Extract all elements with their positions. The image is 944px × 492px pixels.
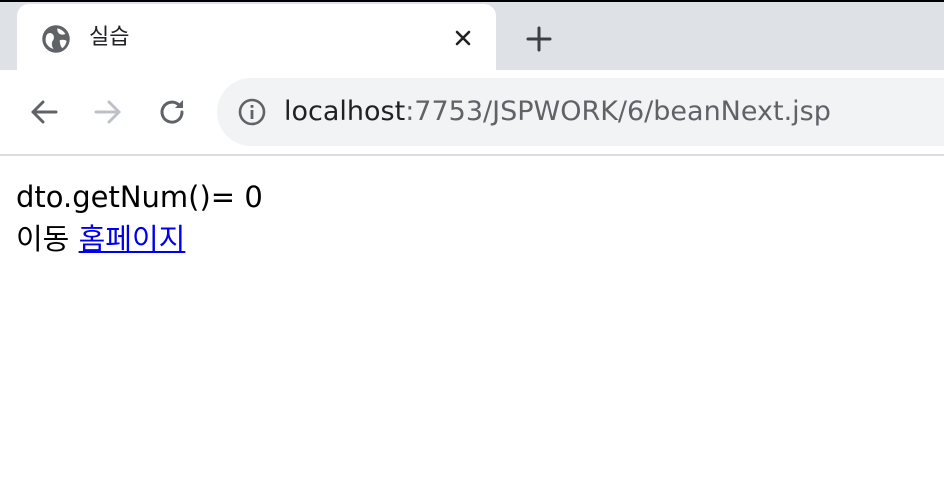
- url-path: :7753/JSPWORK/6/beanNext.jsp: [405, 96, 831, 127]
- link-prefix: 이동: [16, 222, 70, 256]
- page-content: dto.getNum()= 0 이동 홈페이지: [16, 176, 263, 260]
- plus-icon[interactable]: [522, 22, 556, 56]
- num-output-line: dto.getNum()= 0: [16, 180, 263, 214]
- url-host: localhost: [284, 96, 406, 127]
- reload-icon[interactable]: [152, 92, 192, 132]
- browser-window: 실습 localhost:7753/JSPWORK/6/beanNext.jsp…: [0, 0, 944, 492]
- link-line: 이동 홈페이지: [16, 218, 263, 260]
- toolbar: localhost:7753/JSPWORK/6/beanNext.jsp: [0, 70, 944, 156]
- tab-active[interactable]: 실습: [17, 4, 496, 72]
- close-icon[interactable]: [449, 24, 477, 52]
- arrow-left-icon[interactable]: [24, 92, 64, 132]
- info-icon[interactable]: [237, 97, 267, 127]
- address-bar[interactable]: localhost:7753/JSPWORK/6/beanNext.jsp: [217, 78, 944, 146]
- tab-strip: 실습: [0, 0, 944, 72]
- homepage-link[interactable]: 홈페이지: [79, 222, 186, 256]
- url-text[interactable]: localhost:7753/JSPWORK/6/beanNext.jsp: [284, 95, 831, 129]
- globe-icon: [42, 25, 70, 53]
- arrow-right-icon[interactable]: [88, 92, 128, 132]
- tab-title: 실습: [89, 25, 130, 50]
